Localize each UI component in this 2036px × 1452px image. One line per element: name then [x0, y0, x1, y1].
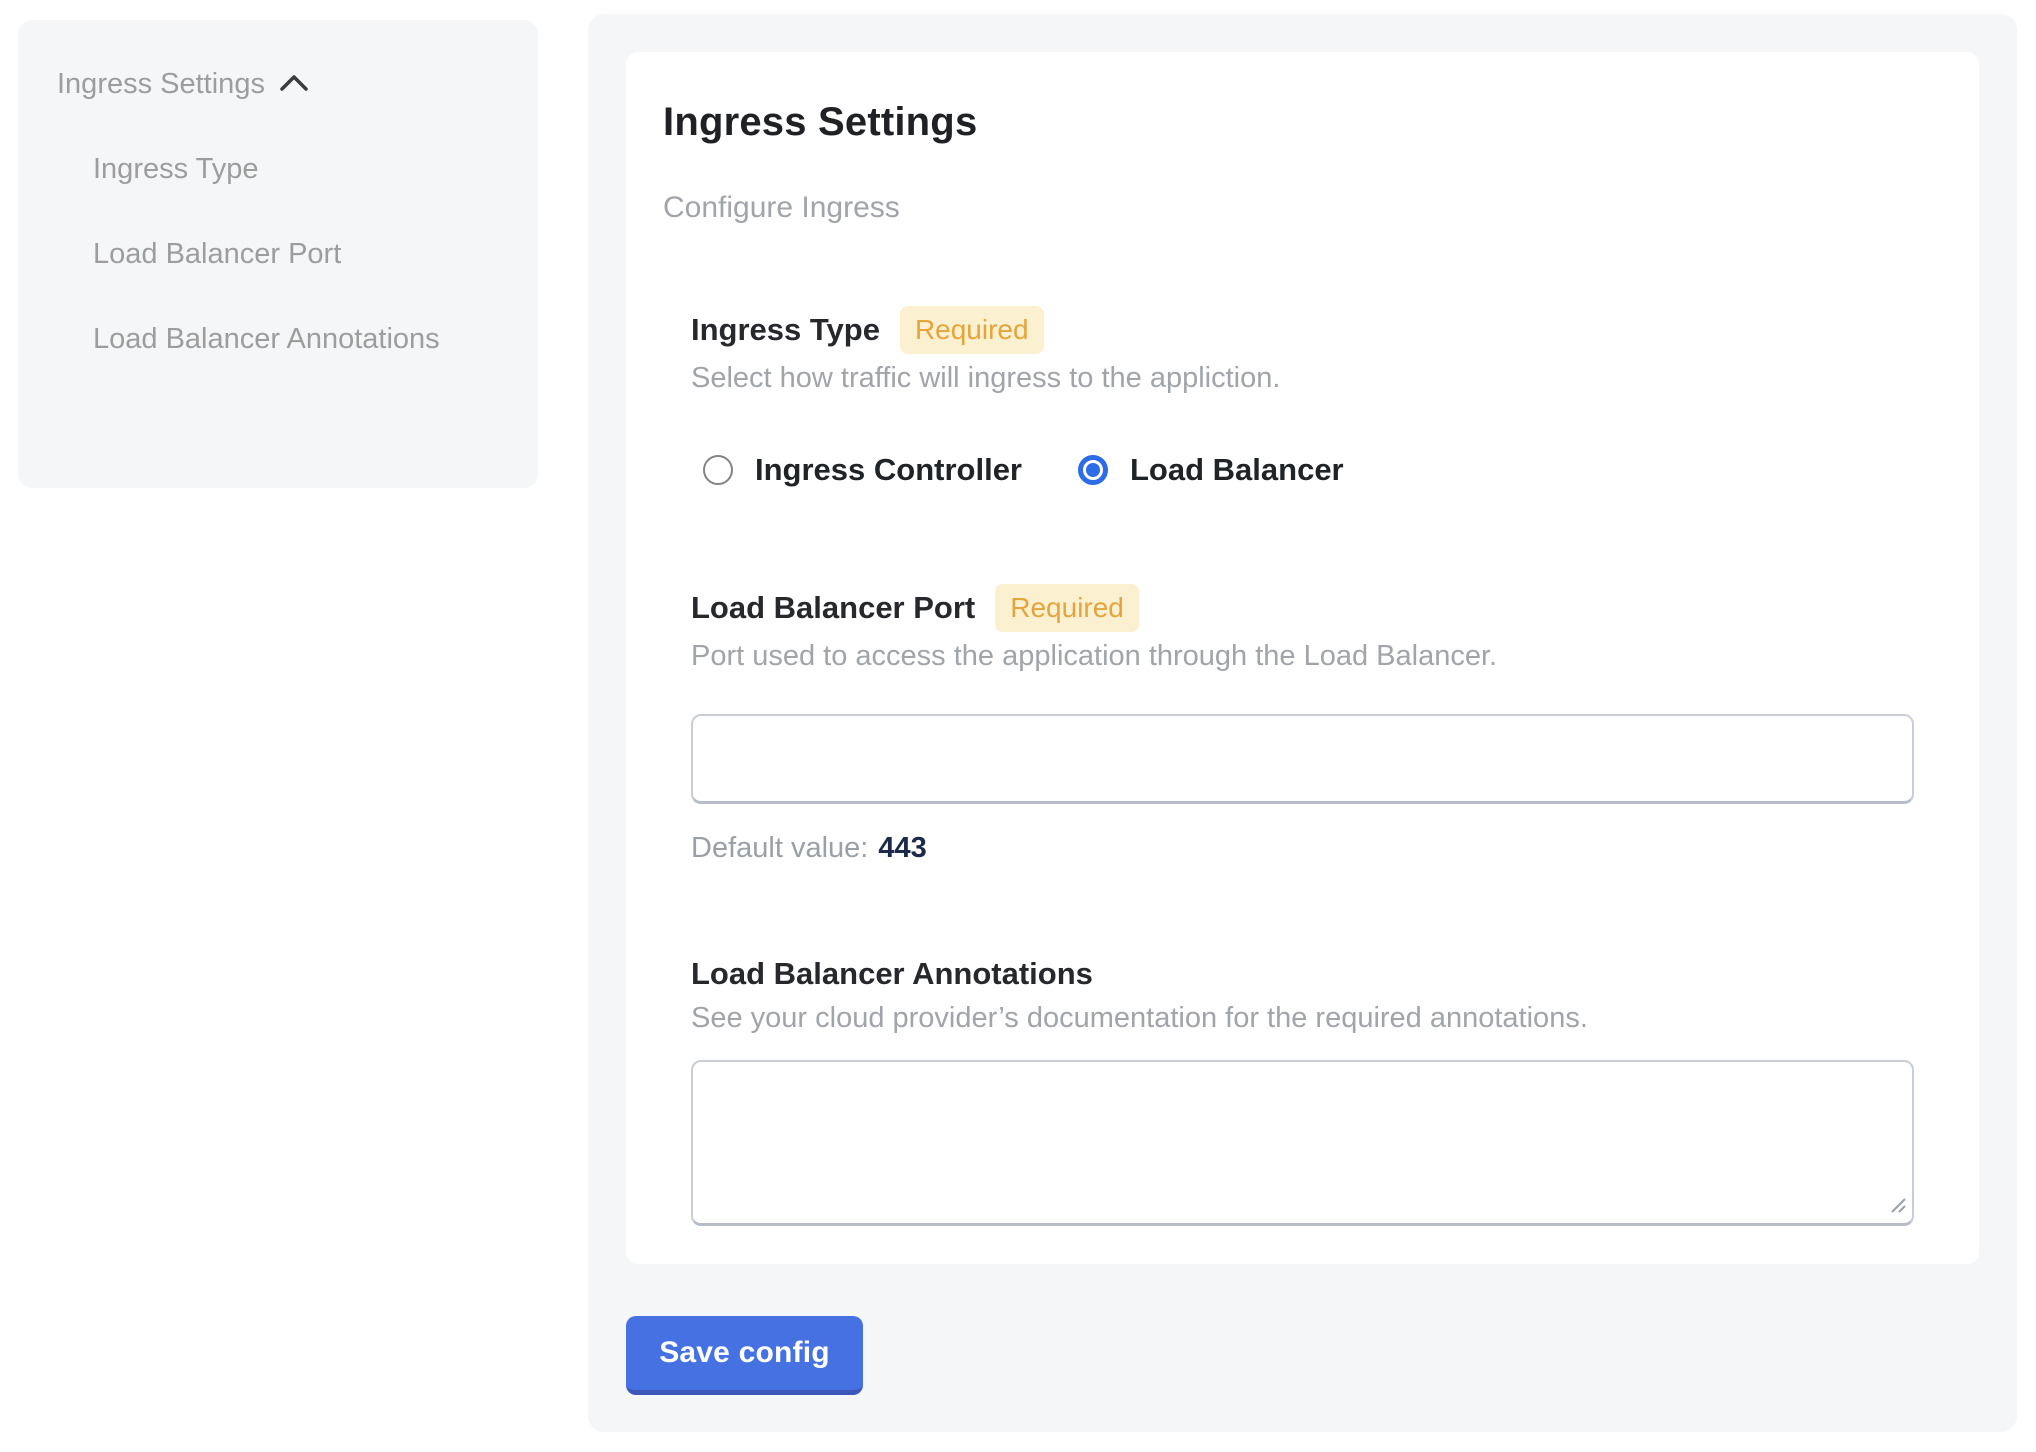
- section-load-balancer-annotations: Load Balancer Annotations See your cloud…: [691, 954, 1914, 1226]
- radio-label-load-balancer: Load Balancer: [1130, 451, 1344, 489]
- ingress-type-radio-group: Ingress Controller Load Balancer: [691, 451, 1914, 489]
- load-balancer-annotations-label: Load Balancer Annotations: [691, 954, 1093, 994]
- sidebar-group-ingress-settings[interactable]: Ingress Settings: [57, 55, 508, 113]
- required-badge: Required: [900, 306, 1044, 354]
- required-badge: Required: [995, 584, 1139, 632]
- sidebar-item-load-balancer-annotations[interactable]: Load Balancer Annotations: [93, 310, 453, 368]
- page-subtitle: Configure Ingress: [663, 190, 1942, 226]
- radio-option-load-balancer[interactable]: Load Balancer: [1078, 451, 1344, 489]
- load-balancer-annotations-field: [691, 1060, 1914, 1226]
- chevron-up-icon: [279, 68, 309, 101]
- load-balancer-annotations-description: See your cloud provider’s documentation …: [691, 1000, 1914, 1036]
- load-balancer-annotations-textarea[interactable]: [691, 1060, 1914, 1226]
- sidebar-group-label: Ingress Settings: [57, 68, 265, 101]
- default-value: 443: [878, 830, 926, 866]
- ingress-settings-panel: Ingress Settings Configure Ingress Ingre…: [588, 14, 2017, 1432]
- settings-nav-sidebar: Ingress Settings Ingress Type Load Balan…: [18, 20, 538, 488]
- default-value-label: Default value:: [691, 830, 868, 866]
- sidebar-item-load-balancer-port[interactable]: Load Balancer Port: [93, 225, 453, 283]
- radio-load-balancer[interactable]: [1078, 455, 1108, 485]
- radio-option-ingress-controller[interactable]: Ingress Controller: [703, 451, 1022, 489]
- section-load-balancer-port: Load Balancer Port Required Port used to…: [691, 584, 1914, 866]
- default-value-row: Default value: 443: [691, 830, 1914, 866]
- ingress-type-label: Ingress Type: [691, 310, 880, 350]
- load-balancer-port-input[interactable]: [691, 714, 1914, 804]
- load-balancer-port-description: Port used to access the application thro…: [691, 638, 1914, 674]
- load-balancer-port-label: Load Balancer Port: [691, 588, 975, 628]
- page-title: Ingress Settings: [663, 98, 1942, 146]
- section-ingress-type: Ingress Type Required Select how traffic…: [691, 306, 1914, 489]
- ingress-type-description: Select how traffic will ingress to the a…: [691, 360, 1914, 396]
- ingress-settings-card: Ingress Settings Configure Ingress Ingre…: [626, 52, 1979, 1264]
- radio-ingress-controller[interactable]: [703, 455, 733, 485]
- sidebar-item-ingress-type[interactable]: Ingress Type: [93, 140, 453, 198]
- sidebar-item-list: Ingress Type Load Balancer Port Load Bal…: [57, 140, 508, 368]
- radio-label-ingress-controller: Ingress Controller: [755, 451, 1022, 489]
- save-config-button[interactable]: Save config: [626, 1316, 863, 1395]
